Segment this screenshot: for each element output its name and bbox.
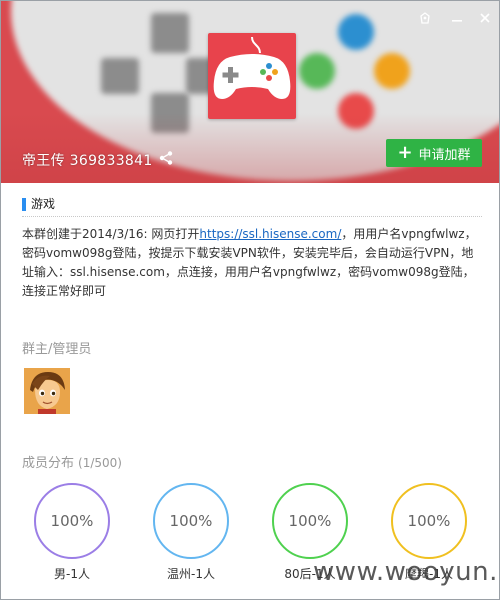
members-title: 成员分布 (1/500) xyxy=(22,452,122,471)
category-header: 游戏 xyxy=(22,195,482,217)
description-link[interactable]: https://ssl.hisense.com/ xyxy=(199,227,341,241)
group-card-window: 帝王传 369833841 + 申请加群 游戏 本群创建于2014/3/16: … xyxy=(0,0,500,600)
members-title-text: 成员分布 xyxy=(22,456,75,471)
zodiac-stat-circle: 100% xyxy=(391,483,467,559)
category-marker xyxy=(22,198,26,211)
region-stat-label: 温州-1人 xyxy=(167,567,215,581)
description-intro: 本群创建于2014/3/16: 网页打开 xyxy=(22,227,200,241)
banner-dpad-shape xyxy=(151,13,189,53)
group-description: 本群创建于2014/3/16: 网页打开https://ssl.hisense.… xyxy=(22,225,484,301)
group-id: 369833841 xyxy=(69,153,153,169)
close-icon[interactable] xyxy=(475,9,495,27)
gender-stat-circle: 100% xyxy=(34,483,110,559)
group-banner: 帝王传 369833841 + 申请加群 xyxy=(1,1,499,183)
members-count: (1/500) xyxy=(78,456,122,470)
region-stat-circle: 100% xyxy=(153,483,229,559)
join-group-label: 申请加群 xyxy=(418,147,471,163)
share-icon[interactable] xyxy=(158,150,174,166)
avatar[interactable] xyxy=(24,368,70,414)
banner-dpad-shape xyxy=(101,58,139,94)
group-title: 帝王传 xyxy=(22,153,65,169)
minimize-icon[interactable] xyxy=(447,9,467,27)
gamepad-icon xyxy=(213,36,291,99)
watermark: www.wooyun.org xyxy=(313,557,499,587)
category-label: 游戏 xyxy=(31,197,56,211)
age-stat-circle: 100% xyxy=(272,483,348,559)
banner-button-shape xyxy=(374,53,410,89)
group-logo xyxy=(208,33,296,119)
cartoon-boy-avatar xyxy=(24,368,70,414)
admins-title: 群主/管理员 xyxy=(22,342,92,357)
group-name: 帝王传 369833841 xyxy=(22,150,153,170)
skin-icon[interactable] xyxy=(415,9,435,27)
plus-icon: + xyxy=(397,142,413,163)
banner-button-shape xyxy=(338,14,374,50)
banner-button-shape xyxy=(299,53,335,89)
gender-stat-label: 男-1人 xyxy=(54,567,90,581)
join-group-button[interactable]: + 申请加群 xyxy=(386,139,482,167)
